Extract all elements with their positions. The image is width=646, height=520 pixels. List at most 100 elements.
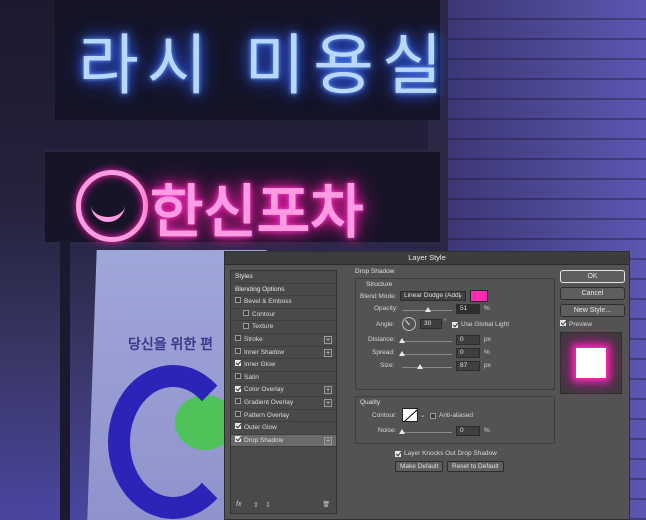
add-icon[interactable]: + [324,436,332,445]
slider-thumb[interactable] [399,429,405,434]
opacity-unit: % [484,305,490,312]
add-icon[interactable]: + [324,386,332,395]
checkbox[interactable] [235,385,241,392]
checkbox[interactable] [235,335,241,342]
size-slider[interactable] [402,364,452,369]
style-label: Inner Glow [244,361,276,369]
reset-to-default-button[interactable]: Reset to Default [447,461,504,472]
style-contour[interactable]: Contour [231,309,336,322]
distance-label: Distance: [368,336,396,343]
style-inner-glow[interactable]: Inner Glow [231,359,336,372]
spread-slider[interactable] [399,351,452,356]
poster-text: 당신을 위한 편 [128,336,214,352]
knockout-checkbox[interactable] [395,451,401,457]
shadow-color-swatch[interactable] [470,290,488,302]
checkbox[interactable] [235,347,241,354]
neon-sign-pink: 한신포차 [150,178,364,246]
use-global-light-checkbox[interactable] [452,322,458,328]
checkbox[interactable] [235,398,241,405]
chevron-down-icon: ⌄ [457,292,463,299]
style-label: Satin [244,373,259,381]
drop-shadow-panel: Drop Shadow Structure Blend Mode: Linear… [355,268,555,474]
noise-unit: % [484,427,490,434]
style-label: Pattern Overlay [244,411,290,419]
distance-slider[interactable] [399,338,452,343]
dialog-buttons: OK Cancel New Style... Preview [560,270,625,394]
add-icon[interactable]: + [324,398,332,407]
preview-checkbox[interactable] [560,320,566,327]
style-label: Stroke [244,335,263,343]
style-texture[interactable]: Texture [231,321,336,334]
styles-footer: fx ⇧ ⇩ 🗑 [231,499,336,513]
checkbox[interactable] [243,322,249,329]
move-down-icon[interactable]: ⇩ [265,501,271,509]
style-label: Gradient Overlay [244,398,294,406]
cancel-button[interactable]: Cancel [560,287,625,300]
checkbox[interactable] [235,423,241,430]
slider-thumb[interactable] [424,307,431,312]
checkbox[interactable] [235,410,241,417]
size-field[interactable]: 87 [456,361,480,371]
checkbox[interactable] [235,360,241,367]
noise-slider[interactable] [399,429,452,434]
style-outer-glow[interactable]: Outer Glow [231,422,336,435]
styles-header[interactable]: Styles [231,271,336,284]
pole [60,240,70,520]
style-label: Contour [252,310,276,318]
spread-field[interactable]: 0 [456,348,480,358]
distance-field[interactable]: 0 [456,335,480,345]
chevron-down-icon[interactable]: ⌄ [420,411,425,419]
spread-label: Spread: [372,349,395,356]
size-unit: px [484,362,491,369]
slider-thumb[interactable] [399,338,405,343]
checkbox[interactable] [235,373,241,380]
style-drop-shadow[interactable]: Drop Shadow + [231,434,336,448]
style-bevel-emboss[interactable]: Bevel & Emboss [231,296,336,309]
style-inner-shadow[interactable]: Inner Shadow + [231,347,336,360]
checkbox[interactable] [243,310,249,317]
anti-aliased-label: Anti-aliased [439,412,473,419]
use-global-light-label: Use Global Light [461,321,510,328]
preview-toggle[interactable]: Preview [560,320,625,328]
style-label: Outer Glow [244,424,277,432]
trash-icon[interactable]: 🗑 [322,501,330,508]
make-default-button[interactable]: Make Default [395,461,444,472]
structure-group: Structure Blend Mode: Linear Dodge (Add)… [355,278,555,390]
checkbox[interactable] [235,297,241,304]
style-pattern-overlay[interactable]: Pattern Overlay [231,410,336,423]
style-stroke[interactable]: Stroke + [231,334,336,347]
blend-mode-select[interactable]: Linear Dodge (Add) ⌄ [400,291,466,301]
spread-unit: % [484,349,490,356]
contour-picker[interactable] [402,408,418,422]
style-label: Drop Shadow [244,436,284,444]
move-up-icon[interactable]: ⇧ [253,501,259,509]
noise-field[interactable]: 0 [456,426,480,436]
slider-thumb[interactable] [416,364,423,369]
style-blending-options[interactable]: Blending Options [231,284,336,297]
style-satin[interactable]: Satin [231,372,336,385]
quality-title: Quality [360,399,381,406]
angle-dial[interactable] [402,317,416,331]
quality-group: Quality Contour: ⌄ Anti-aliased Noise: 0… [355,396,555,444]
add-icon[interactable]: + [324,335,332,344]
anti-aliased-checkbox[interactable] [430,413,436,419]
opacity-slider[interactable] [402,307,452,312]
opacity-field[interactable]: 51 [456,304,480,314]
style-gradient-overlay[interactable]: Gradient Overlay + [231,397,336,410]
style-label: Color Overlay [244,386,284,394]
slider-thumb[interactable] [399,351,405,356]
style-color-overlay[interactable]: Color Overlay + [231,384,336,397]
degree-symbol: ° [444,318,447,325]
ok-button[interactable]: OK [560,270,625,283]
add-icon[interactable]: + [324,348,332,357]
checkbox[interactable] [235,436,241,442]
new-style-button[interactable]: New Style... [560,304,625,317]
angle-field[interactable]: 30 [420,319,442,329]
layer-style-dialog: Layer Style Styles Blending Options Beve… [224,251,630,520]
opacity-label: Opacity: [374,305,398,312]
blend-mode-value: Linear Dodge (Add) [404,292,461,299]
knockout-label: Layer Knocks Out Drop Shadow [404,450,497,457]
fx-icon[interactable]: fx [236,501,241,508]
size-label: Size: [380,362,395,369]
style-label: Blending Options [235,285,285,293]
